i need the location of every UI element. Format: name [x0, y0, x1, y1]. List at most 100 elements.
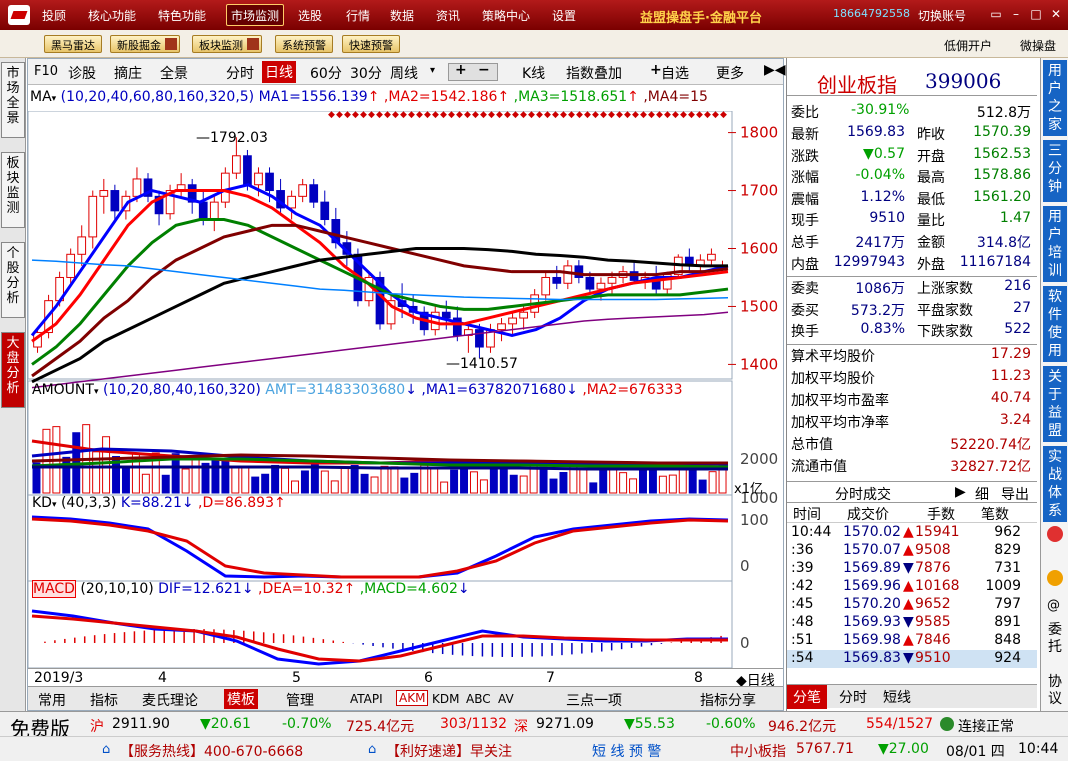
- chevron-down-icon[interactable]: ▾: [52, 94, 57, 104]
- code-atapi[interactable]: ATAPI: [350, 692, 383, 706]
- tab-common[interactable]: 常用: [38, 690, 66, 710]
- chevron-down-icon[interactable]: ▾: [52, 500, 57, 510]
- tab-template[interactable]: 模板: [224, 689, 258, 709]
- tab-trading-system[interactable]: 实战体系: [1043, 446, 1067, 522]
- news-ticker[interactable]: 【利好速递】早关注: [386, 741, 512, 761]
- tab-three-minutes[interactable]: 三分钟: [1043, 140, 1067, 202]
- trade-row[interactable]: :45 1570.20 ▲ 9652 797: [787, 596, 1037, 614]
- trade-row[interactable]: :54 1569.83 ▼ 9510 924: [787, 650, 1037, 668]
- hotline[interactable]: 【服务热线】400-670-6668: [120, 741, 303, 761]
- period-weekly[interactable]: 周线: [390, 63, 418, 83]
- code-abc[interactable]: ABC: [466, 692, 491, 706]
- service-icon[interactable]: [1047, 570, 1063, 586]
- tab-user-home[interactable]: 用户之家: [1043, 60, 1067, 136]
- shortline-alert[interactable]: 短 线 预 警: [592, 741, 661, 761]
- protocol-link[interactable]: 协议: [1045, 674, 1065, 708]
- three-point-item[interactable]: 三点一项: [566, 690, 622, 710]
- diagnose-button[interactable]: 诊股: [68, 63, 96, 83]
- kline-menu[interactable]: K线: [522, 63, 545, 83]
- ma-indicator-name[interactable]: MA: [30, 89, 52, 105]
- menu-7[interactable]: 资讯: [436, 7, 460, 24]
- maximize-icon[interactable]: □: [1028, 6, 1044, 22]
- trade-row[interactable]: :42 1569.96 ▲ 10168 1009: [787, 578, 1037, 596]
- tab-about[interactable]: 关于益盟: [1043, 366, 1067, 442]
- micro-trade-link[interactable]: 微操盘: [1020, 37, 1056, 54]
- home-icon[interactable]: ⌂: [368, 742, 376, 757]
- export-button[interactable]: 导出: [1001, 484, 1029, 504]
- quick-alert-button[interactable]: 快速预警: [342, 35, 400, 53]
- trade-row[interactable]: :48 1569.93 ▼ 9585 891: [787, 614, 1037, 632]
- menu-3[interactable]: 市场监测: [226, 4, 285, 26]
- menu-9[interactable]: 设置: [552, 7, 576, 24]
- tab-stock-analysis[interactable]: 个股分析: [1, 242, 25, 318]
- sector-monitor-button[interactable]: 板块监测: [192, 35, 262, 53]
- menu-8[interactable]: 策略中心: [482, 7, 530, 24]
- trade-row[interactable]: 10:44 1570.02 ▲ 15941 962: [787, 524, 1037, 542]
- period-daily[interactable]: 日线: [262, 61, 296, 83]
- watchlist-menu[interactable]: 自选: [661, 63, 689, 83]
- stat-row: 加权平均市盈率 40.74: [791, 390, 1035, 411]
- chevron-down-icon[interactable]: ▾: [430, 65, 435, 76]
- chat-icon[interactable]: [1047, 526, 1063, 542]
- tab-manage[interactable]: 管理: [286, 690, 314, 710]
- code-akm[interactable]: AKM: [396, 690, 429, 706]
- new-stock-button[interactable]: 新股掘金: [110, 35, 180, 53]
- tab-market-analysis[interactable]: 大盘分析: [1, 332, 25, 408]
- indicator-share[interactable]: 指标分享: [700, 690, 756, 710]
- quote-label: 震幅: [791, 191, 819, 208]
- zhaizhuang-button[interactable]: 摘庄: [114, 63, 142, 83]
- zoom-in-button[interactable]: +: [455, 62, 467, 78]
- chevron-down-icon[interactable]: ▾: [94, 387, 99, 397]
- menu-6[interactable]: 数据: [390, 7, 414, 24]
- detail-button[interactable]: 细: [975, 484, 989, 504]
- left-tab-strip: 市场全景 板块监测 个股分析 大盘分析: [0, 58, 26, 718]
- tab-minute[interactable]: 分时: [839, 687, 867, 707]
- code-av[interactable]: AV: [498, 692, 514, 706]
- at-icon[interactable]: @: [1047, 598, 1060, 613]
- period-30min[interactable]: 30分: [350, 63, 382, 83]
- menu-4[interactable]: 选股: [298, 7, 322, 24]
- system-alert-button[interactable]: 系统预警: [275, 35, 333, 53]
- tab-indicator[interactable]: 指标: [90, 690, 118, 710]
- play-icon[interactable]: ▶: [955, 484, 966, 500]
- close-icon[interactable]: ✕: [1048, 6, 1064, 22]
- switch-account-link[interactable]: 切换账号: [918, 7, 966, 24]
- tab-software-usage[interactable]: 软件使用: [1043, 286, 1067, 362]
- sz-ratio: 554/1527: [866, 716, 934, 732]
- candle-body: [309, 184, 319, 203]
- menu-5[interactable]: 行情: [346, 7, 370, 24]
- menu-2[interactable]: 特色功能: [158, 7, 206, 24]
- code-kdm[interactable]: KDM: [432, 692, 459, 706]
- open-account-link[interactable]: 低佣开户: [944, 37, 992, 54]
- menu-0[interactable]: 投顾: [42, 7, 66, 24]
- amount-indicator-name[interactable]: AMOUNT: [32, 382, 94, 398]
- add-watchlist-icon[interactable]: +: [650, 62, 662, 78]
- panorama-button[interactable]: 全景: [160, 63, 188, 83]
- tab-user-training[interactable]: 用户培训: [1043, 206, 1067, 282]
- kline-chart[interactable]: ◆ ◆ ◆ ◆ ◆ ◆ ◆ ◆ ◆ ◆ ◆ ◆ ◆ ◆ ◆ ◆ ◆ ◆ ◆ ◆ ◆ ◆ ◆ ◆ ◆ ◆ ◆ ◆ ◆ ◆ ◆ ◆ ◆ ◆ ◆ ◆ ◆ ◆ ◆ ◆…: [28, 111, 783, 711]
- period-intraday[interactable]: 分时: [226, 63, 254, 83]
- home-icon[interactable]: ⌂: [102, 742, 110, 757]
- more-menu[interactable]: 更多: [716, 63, 744, 83]
- trade-row[interactable]: :51 1569.98 ▲ 7846 848: [787, 632, 1037, 650]
- entrust-link[interactable]: 委托: [1045, 622, 1065, 656]
- dark-horse-radar-button[interactable]: 黑马雷达: [44, 35, 102, 53]
- index-overlay-menu[interactable]: 指数叠加: [566, 63, 622, 83]
- minimize-icon[interactable]: –: [1008, 6, 1024, 22]
- period-60min[interactable]: 60分: [310, 63, 342, 83]
- tab-ticks[interactable]: 分笔: [787, 685, 827, 709]
- zoom-out-button[interactable]: −: [478, 62, 490, 78]
- tab-mcs-theory[interactable]: 麦氏理论: [142, 690, 198, 710]
- trade-row[interactable]: :36 1570.07 ▲ 9508 829: [787, 542, 1037, 560]
- menu-icon[interactable]: ▭: [988, 6, 1004, 22]
- kd-indicator-name[interactable]: KD: [32, 495, 52, 511]
- collapse-panel-icon[interactable]: ▶◀: [764, 62, 786, 78]
- trade-row[interactable]: :39 1569.89 ▼ 7876 731: [787, 560, 1037, 578]
- macd-indicator-name[interactable]: MACD: [32, 580, 76, 598]
- tab-market-overview[interactable]: 市场全景: [1, 62, 25, 138]
- menu-1[interactable]: 核心功能: [88, 7, 136, 24]
- tab-shortline[interactable]: 短线: [883, 687, 911, 707]
- f10-button[interactable]: F10: [34, 64, 58, 79]
- account-phone[interactable]: 18664792558: [833, 7, 910, 20]
- tab-sector-monitor[interactable]: 板块监测: [1, 152, 25, 228]
